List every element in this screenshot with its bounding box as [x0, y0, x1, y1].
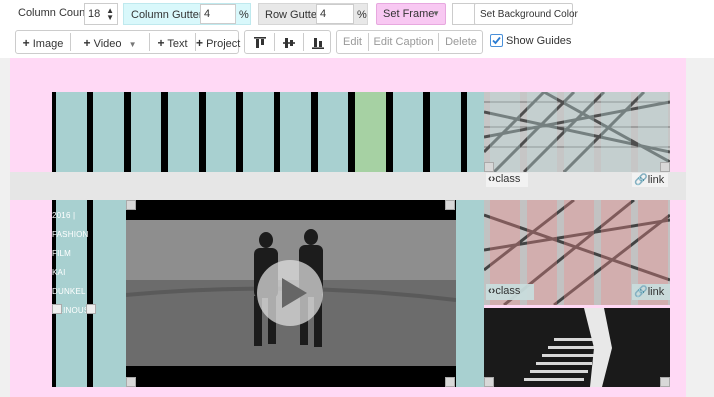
- show-guides-label: Show Guides: [506, 35, 572, 47]
- column-gutter-label: Column Gutter: [131, 9, 203, 21]
- guide-column: [130, 92, 162, 172]
- guide-column: [205, 92, 237, 172]
- edit-caption-button[interactable]: Edit Caption: [369, 31, 438, 53]
- delete-button[interactable]: Delete: [439, 31, 483, 53]
- plus-icon: +: [83, 36, 91, 50]
- guide-column: [168, 92, 199, 172]
- resize-handle[interactable]: [52, 304, 62, 314]
- caption-link-tag[interactable]: 🔗link: [632, 284, 670, 300]
- add-text-button[interactable]: + Text: [150, 31, 195, 53]
- guide-column: [243, 92, 274, 172]
- guide-column-overlay: [601, 200, 631, 305]
- align-top-icon[interactable]: [245, 31, 274, 53]
- guide-column: [280, 92, 311, 172]
- stepper-icon: ▲ ▼: [106, 6, 114, 22]
- guide-column: [355, 92, 386, 172]
- row-gutter-unit: %: [357, 9, 367, 21]
- align-bottom-icon[interactable]: [304, 31, 331, 53]
- canvas-margin-left: [0, 58, 10, 397]
- video-player[interactable]: [126, 200, 456, 387]
- resize-handle[interactable]: [660, 162, 670, 172]
- column-gutter-input[interactable]: 4: [200, 4, 236, 24]
- link-icon: 🔗: [634, 174, 648, 186]
- row-gutter-label: Row Gutter: [265, 9, 321, 21]
- stairs-image[interactable]: [484, 308, 670, 387]
- resize-handle[interactable]: [484, 377, 494, 387]
- guide-column-overlay: [564, 92, 594, 172]
- row-gutter-input[interactable]: 4: [316, 4, 354, 24]
- guide-column: [392, 92, 424, 172]
- column-count-select[interactable]: 18 ▲ ▼: [84, 3, 118, 25]
- guide-column: [456, 200, 484, 387]
- guide-column: [93, 92, 124, 172]
- resize-handle[interactable]: [660, 377, 670, 387]
- column-gutter-control: Column Gutter 4 %: [123, 3, 251, 25]
- add-video-button[interactable]: + Video ▼: [71, 31, 149, 53]
- column-gutter-unit: %: [239, 9, 249, 21]
- play-icon[interactable]: [257, 260, 323, 326]
- resize-handle[interactable]: [126, 377, 136, 387]
- show-guides-checkbox[interactable]: [490, 34, 503, 47]
- add-content-group: + Image + Video ▼ + Text + Project: [15, 30, 240, 54]
- guide-column-overlay: [601, 92, 631, 172]
- guide-column-overlay: [490, 92, 520, 172]
- checkmark-icon: [492, 36, 501, 45]
- add-project-button[interactable]: + Project: [196, 31, 240, 53]
- settings-toolbar: Column Count 18 ▲ ▼ Column Gutter 4 % Row…: [0, 0, 714, 28]
- guide-column: [96, 200, 126, 387]
- guide-column-overlay: [527, 92, 557, 172]
- plus-icon: +: [196, 36, 204, 50]
- edit-button[interactable]: Edit: [337, 31, 368, 53]
- align-group: [244, 30, 331, 54]
- guide-column-overlay: [638, 92, 668, 172]
- align-middle-icon[interactable]: [275, 31, 303, 53]
- guide-column-overlay: [564, 200, 594, 305]
- caption-class-tag[interactable]: ‹›class: [486, 284, 534, 300]
- guide-column: [56, 92, 87, 172]
- resize-handle[interactable]: [484, 162, 494, 172]
- canvas-margin-right: [686, 58, 714, 397]
- plus-icon: +: [157, 36, 165, 50]
- edit-group: Edit Edit Caption Delete: [336, 30, 483, 54]
- link-icon: 🔗: [634, 286, 648, 298]
- column-count-label: Column Count: [18, 7, 89, 19]
- guide-column: [317, 92, 349, 172]
- add-image-button[interactable]: + Image: [16, 31, 70, 53]
- caption-class-tag[interactable]: ‹›class: [486, 173, 528, 187]
- guide-column: [430, 92, 461, 172]
- set-background-color-button[interactable]: Set Background Color: [474, 3, 578, 25]
- resize-handle[interactable]: [445, 377, 455, 387]
- text-block[interactable]: 2016 | FASHION FILM KAI DUNKEL GLINOUS: [52, 206, 96, 315]
- resize-handle[interactable]: [86, 304, 96, 314]
- resize-handle[interactable]: [126, 200, 136, 210]
- plus-icon: +: [22, 36, 30, 50]
- row-gutter: [10, 172, 686, 200]
- content-toolbar: + Image + Video ▼ + Text + Project Edit …: [0, 28, 714, 58]
- resize-handle[interactable]: [445, 200, 455, 210]
- set-frame-button[interactable]: Set Frame ▼: [376, 3, 446, 25]
- background-color-swatch[interactable]: [452, 3, 475, 25]
- caption-link-tag[interactable]: 🔗link: [632, 173, 668, 187]
- dropdown-arrow-icon: ▼: [432, 9, 440, 18]
- dropdown-arrow-icon: ▼: [128, 40, 137, 49]
- row-gutter-control: Row Gutter 4 %: [258, 3, 368, 25]
